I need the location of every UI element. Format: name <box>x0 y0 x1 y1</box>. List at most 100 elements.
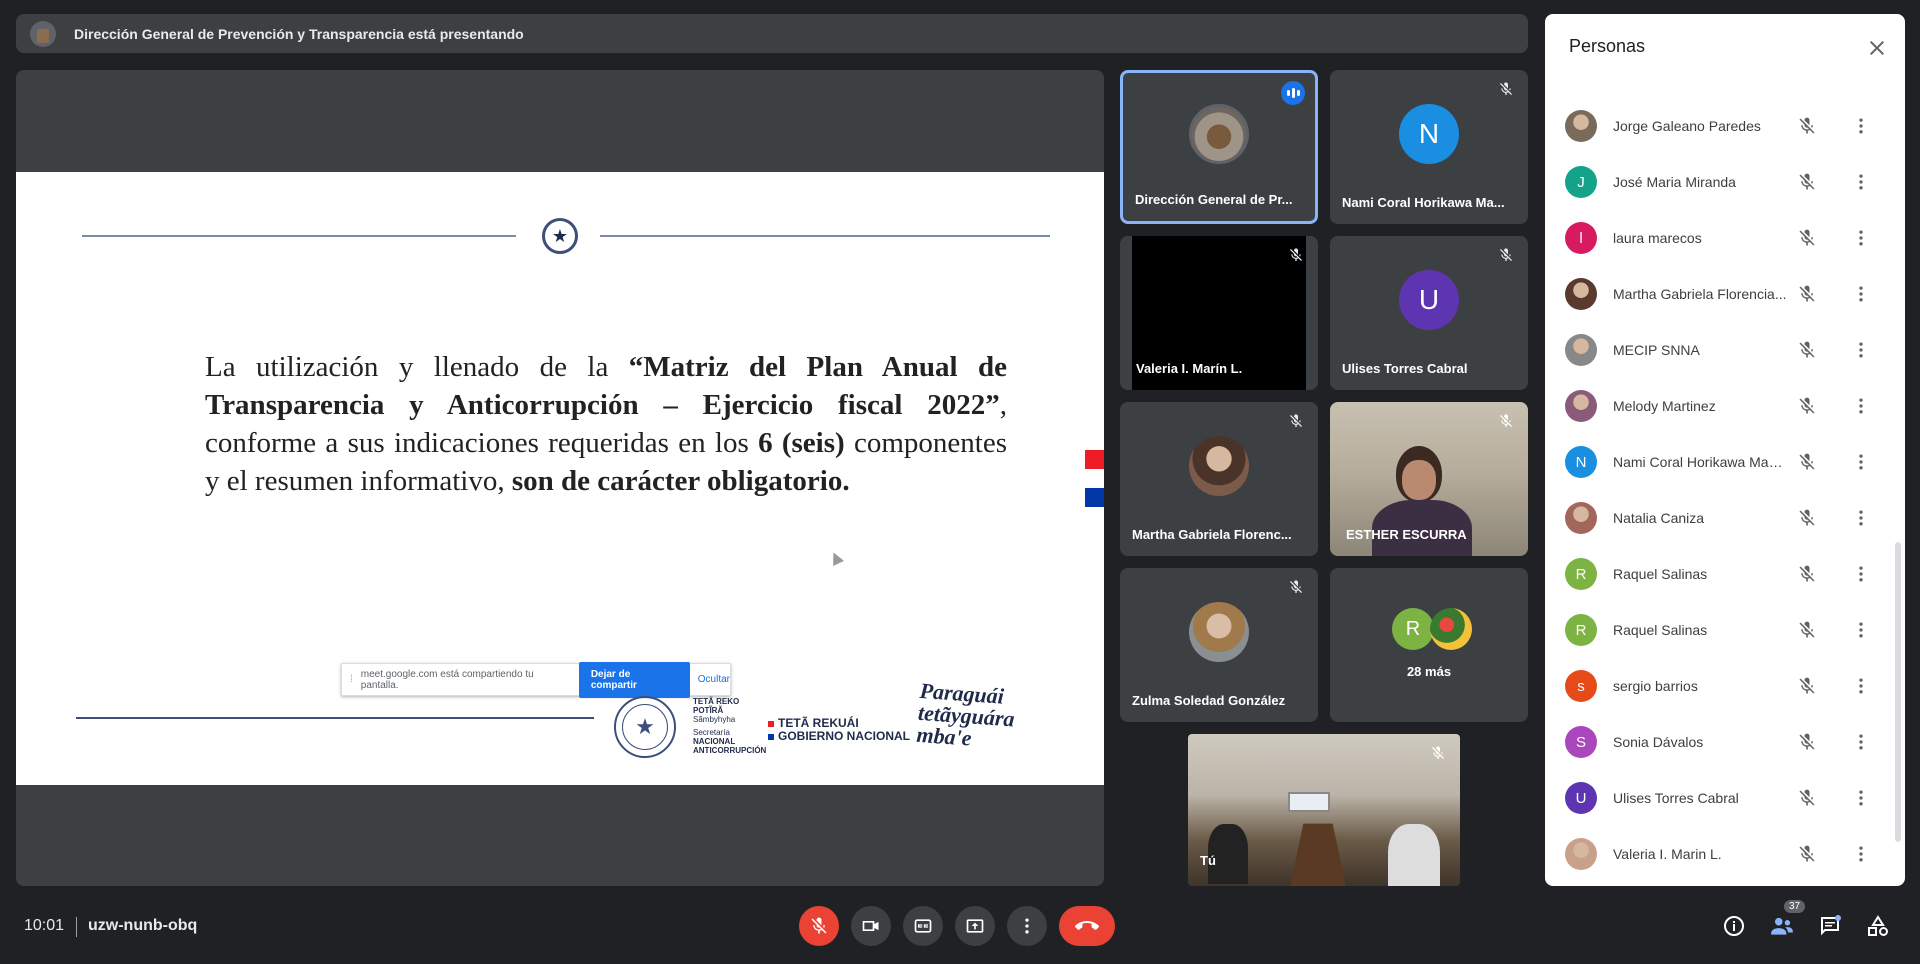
self-view-tile[interactable]: Tú <box>1188 734 1460 886</box>
close-icon[interactable] <box>1865 36 1889 60</box>
participant-name: José Maria Miranda <box>1613 174 1736 190</box>
more-vert-icon[interactable] <box>1851 228 1871 248</box>
stop-sharing-button[interactable]: Dejar de compartir <box>578 661 690 698</box>
divider <box>76 917 77 937</box>
participant-row[interactable]: R Raquel Salinas <box>1545 602 1889 658</box>
meeting-code: uzw-nunb-obq <box>88 917 198 934</box>
more-options-button[interactable] <box>1007 906 1047 946</box>
mic-off-icon[interactable] <box>1797 284 1817 304</box>
mic-off-icon[interactable] <box>1797 564 1817 584</box>
crest-icon: ★ <box>542 218 578 254</box>
republic-seal-icon: ★ <box>614 696 676 758</box>
more-vert-icon[interactable] <box>1851 788 1871 808</box>
mic-off-icon[interactable] <box>1797 676 1817 696</box>
participant-tile-esther[interactable]: ESTHER ESCURRA <box>1330 402 1528 556</box>
more-vert-icon[interactable] <box>1851 116 1871 136</box>
more-vert-icon[interactable] <box>1851 396 1871 416</box>
participant-name: Nami Coral Horikawa Man... <box>1613 454 1788 470</box>
leave-call-button[interactable] <box>1059 906 1115 946</box>
people-button[interactable] <box>1768 912 1796 940</box>
camera-toggle-button[interactable] <box>851 906 891 946</box>
mic-off-icon[interactable] <box>1797 116 1817 136</box>
participant-row[interactable]: R Raquel Salinas <box>1545 546 1889 602</box>
mic-off-icon[interactable] <box>1797 788 1817 808</box>
participants-count-badge: 37 <box>1784 900 1806 913</box>
more-vert-icon[interactable] <box>1851 844 1871 864</box>
participant-row[interactable]: J José Maria Miranda <box>1545 154 1889 210</box>
mic-off-icon[interactable] <box>1797 340 1817 360</box>
mic-off-icon <box>1500 414 1512 427</box>
chat-button[interactable] <box>1816 912 1844 940</box>
participant-tile-nami[interactable]: N Nami Coral Horikawa Ma... <box>1330 70 1528 224</box>
mic-off-icon[interactable] <box>1797 228 1817 248</box>
present-screen-icon <box>966 919 984 933</box>
participant-row[interactable]: Melody Martinez <box>1545 378 1889 434</box>
participant-row[interactable]: N Nami Coral Horikawa Man... <box>1545 434 1889 490</box>
participant-row[interactable]: S Sonia Dávalos <box>1545 714 1889 770</box>
info-icon <box>1724 916 1744 936</box>
paraguai-logo: Paraguái tetãyguára mba'e <box>915 677 1016 751</box>
mic-off-icon <box>1290 248 1302 261</box>
more-vert-icon[interactable] <box>1851 676 1871 696</box>
people-icon <box>1771 917 1793 935</box>
camera-icon <box>862 921 879 931</box>
participant-row[interactable]: MECIP SNNA <box>1545 322 1889 378</box>
chat-icon <box>1821 915 1841 936</box>
participant-name: Jorge Galeano Paredes <box>1613 118 1761 134</box>
participant-row[interactable]: s sergio barrios <box>1545 658 1889 714</box>
presenting-banner: Dirección General de Prevención y Transp… <box>16 14 1528 53</box>
slide-top-rule-right <box>600 235 1050 237</box>
participant-avatar <box>1565 390 1597 422</box>
mic-off-icon[interactable] <box>1797 452 1817 472</box>
participant-row[interactable]: Martha Gabriela Florencia... <box>1545 266 1889 322</box>
participant-row[interactable]: Valeria I. Marin L. <box>1545 826 1889 882</box>
more-vert-icon[interactable] <box>1851 508 1871 528</box>
mic-off-icon <box>811 917 827 934</box>
captions-icon <box>914 919 932 933</box>
hide-notice-button[interactable]: Ocultar <box>698 674 730 685</box>
mic-off-icon[interactable] <box>1797 396 1817 416</box>
participant-avatar <box>1565 278 1597 310</box>
mic-off-icon <box>1290 580 1302 593</box>
slide-paragraph: La utilización y llenado de la “Matriz d… <box>205 351 1007 497</box>
mic-toggle-button[interactable] <box>799 906 839 946</box>
participant-avatar: R <box>1565 614 1597 646</box>
more-vert-icon[interactable] <box>1851 620 1871 640</box>
mic-off-icon <box>1500 248 1512 261</box>
more-vert-icon[interactable] <box>1851 340 1871 360</box>
participant-name: Ulises Torres Cabral <box>1613 790 1739 806</box>
present-now-button[interactable] <box>955 906 995 946</box>
participant-row[interactable]: U Ulises Torres Cabral <box>1545 770 1889 826</box>
more-vert-icon[interactable] <box>1851 452 1871 472</box>
participant-tile-ulises[interactable]: U Ulises Torres Cabral <box>1330 236 1528 390</box>
participant-row[interactable]: Jorge Galeano Paredes <box>1545 98 1889 154</box>
activities-button[interactable] <box>1864 912 1892 940</box>
more-vert-icon[interactable] <box>1851 732 1871 752</box>
participant-row[interactable]: Natalia Caniza <box>1545 490 1889 546</box>
more-vert-icon[interactable] <box>1851 564 1871 584</box>
captions-button[interactable] <box>903 906 943 946</box>
more-participants-tile[interactable]: R 28 más <box>1330 568 1528 722</box>
more-vert-icon[interactable] <box>1851 172 1871 192</box>
more-vert-icon[interactable] <box>1851 284 1871 304</box>
participant-tile-direccion[interactable]: Dirección General de Pr... <box>1120 70 1318 224</box>
mic-off-icon[interactable] <box>1797 508 1817 528</box>
more-participants-label: 28 más <box>1406 664 1452 679</box>
mic-off-icon <box>1290 414 1302 427</box>
mouse-cursor-icon <box>828 550 844 566</box>
mic-off-icon[interactable] <box>1797 620 1817 640</box>
gobierno-nacional-logo: TETÃ REKUÁI GOBIERNO NACIONAL <box>768 717 910 743</box>
drag-handle-icon[interactable]: ⁞ <box>350 674 353 685</box>
mic-off-icon[interactable] <box>1797 732 1817 752</box>
people-scrollbar[interactable] <box>1895 542 1901 842</box>
activities-icon <box>1868 915 1888 936</box>
participant-tile-zulma[interactable]: Zulma Soledad González <box>1120 568 1318 722</box>
mic-off-icon[interactable] <box>1797 844 1817 864</box>
participant-name: Ulises Torres Cabral <box>1342 361 1468 376</box>
participant-tile-valeria[interactable]: Valeria I. Marín L. <box>1120 236 1318 390</box>
speaking-indicator-icon <box>1281 81 1305 105</box>
participant-tile-martha[interactable]: Martha Gabriela Florenc... <box>1120 402 1318 556</box>
mic-off-icon[interactable] <box>1797 172 1817 192</box>
participant-row[interactable]: l laura marecos <box>1545 210 1889 266</box>
meeting-details-button[interactable] <box>1720 912 1748 940</box>
